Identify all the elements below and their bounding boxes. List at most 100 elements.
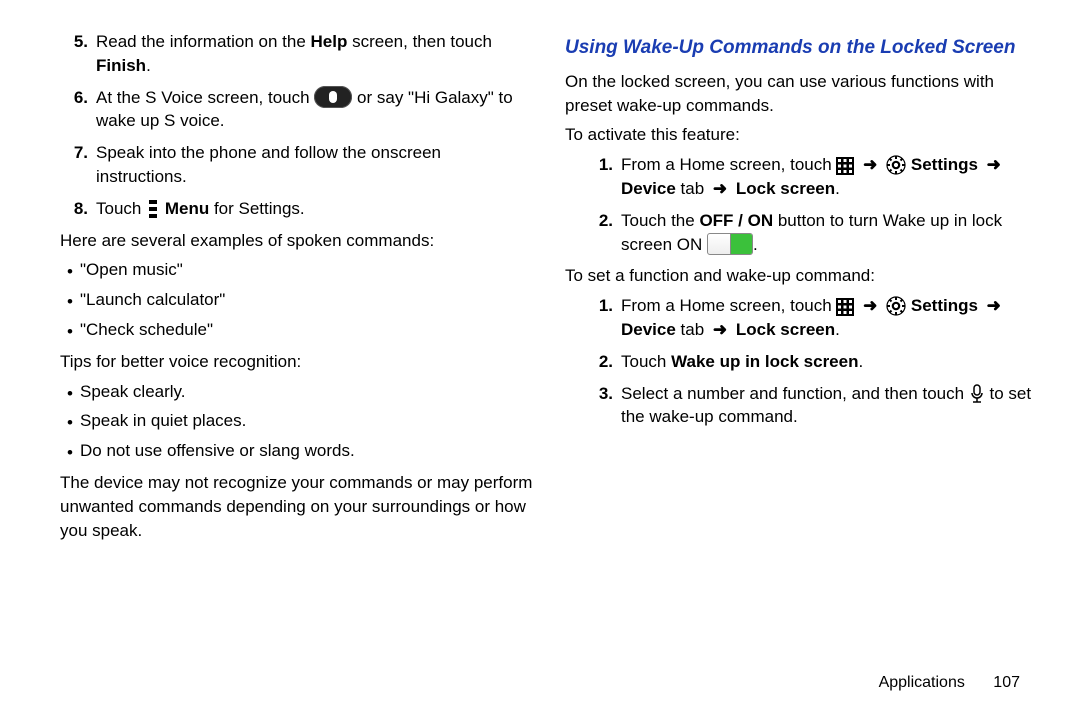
step-body: From a Home screen, touch ➜ Settings ➜ D…: [621, 294, 1040, 342]
text: screen, then touch: [347, 32, 492, 51]
settings-gear-icon: [886, 296, 906, 316]
step-body: Speak into the phone and follow the onsc…: [96, 141, 535, 189]
settings-label: Settings: [911, 155, 978, 174]
toggle-on-icon: [707, 233, 753, 255]
bullet-icon: [60, 439, 80, 465]
step-8: 8. Touch Menu for Settings.: [60, 197, 535, 221]
tips-list: Speak clearly. Speak in quiet places. Do…: [60, 380, 535, 465]
text: Read the information on the: [96, 32, 311, 51]
continued-steps-list: 5. Read the information on the Help scre…: [60, 30, 535, 221]
step-7: 7. Speak into the phone and follow the o…: [60, 141, 535, 189]
bullet-icon: [60, 318, 80, 344]
set-step-2: 2. Touch Wake up in lock screen.: [565, 350, 1040, 374]
step-5: 5. Read the information on the Help scre…: [60, 30, 535, 78]
text: Touch the: [621, 211, 699, 230]
tips-intro: Tips for better voice recognition:: [60, 350, 535, 374]
text: Touch: [96, 199, 146, 218]
step-body: Select a number and function, and then t…: [621, 382, 1040, 430]
list-item: "Open music": [60, 258, 535, 284]
set-intro: To set a function and wake-up command:: [565, 264, 1040, 288]
tip-text: Do not use offensive or slang words.: [80, 439, 355, 465]
bullet-icon: [60, 258, 80, 284]
arrow-icon: ➜: [983, 155, 1005, 174]
example-text: "Open music": [80, 258, 183, 284]
bullet-icon: [60, 380, 80, 406]
text: .: [835, 179, 840, 198]
settings-gear-icon: [886, 155, 906, 175]
arrow-icon: ➜: [859, 296, 881, 315]
step-body: From a Home screen, touch ➜ Settings ➜ D…: [621, 153, 1040, 201]
activate-steps: 1. From a Home screen, touch ➜ Settings …: [565, 153, 1040, 256]
page-footer: Applications 107: [879, 674, 1020, 692]
mic-button-icon: [314, 86, 352, 108]
tip-text: Speak in quiet places.: [80, 409, 246, 435]
example-text: "Launch calculator": [80, 288, 225, 314]
list-item: Do not use offensive or slang words.: [60, 439, 535, 465]
text: From a Home screen, touch: [621, 296, 836, 315]
examples-list: "Open music" "Launch calculator" "Check …: [60, 258, 535, 343]
tip-text: Speak clearly.: [80, 380, 186, 406]
list-item: "Launch calculator": [60, 288, 535, 314]
text: At the S Voice screen, touch: [96, 88, 314, 107]
step-number: 2.: [565, 350, 621, 374]
text: Touch: [621, 352, 671, 371]
set-step-3: 3. Select a number and function, and the…: [565, 382, 1040, 430]
apps-grid-icon: [836, 157, 854, 175]
device-label: Device: [621, 320, 676, 339]
step-number: 1.: [565, 153, 621, 201]
left-column: 5. Read the information on the Help scre…: [60, 30, 535, 548]
settings-label: Settings: [911, 296, 978, 315]
menu-icon: [146, 200, 160, 218]
text: From a Home screen, touch: [621, 155, 836, 174]
arrow-icon: ➜: [709, 320, 731, 339]
step-body: At the S Voice screen, touch or say "Hi …: [96, 86, 535, 134]
step-body: Touch the OFF / ON button to turn Wake u…: [621, 209, 1040, 257]
activate-step-2: 2. Touch the OFF / ON button to turn Wak…: [565, 209, 1040, 257]
device-label: Device: [621, 179, 676, 198]
page-number: 107: [993, 674, 1020, 691]
set-steps: 1. From a Home screen, touch ➜ Settings …: [565, 294, 1040, 429]
text: tab: [676, 179, 709, 198]
section-heading: Using Wake-Up Commands on the Locked Scr…: [565, 36, 1040, 60]
step-number: 8.: [60, 197, 96, 221]
list-item: Speak in quiet places.: [60, 409, 535, 435]
lock-screen-label: Lock screen: [736, 320, 835, 339]
apps-grid-icon: [836, 298, 854, 316]
off-on-label: OFF / ON: [699, 211, 773, 230]
activate-intro: To activate this feature:: [565, 123, 1040, 147]
intro-text: On the locked screen, you can use variou…: [565, 70, 1040, 118]
wake-up-label: Wake up in lock screen: [671, 352, 858, 371]
step-number: 6.: [60, 86, 96, 134]
text: Select a number and function, and then t…: [621, 384, 969, 403]
text: .: [753, 235, 758, 254]
lock-screen-label: Lock screen: [736, 179, 835, 198]
two-column-layout: 5. Read the information on the Help scre…: [60, 30, 1040, 548]
help-label: Help: [311, 32, 348, 51]
arrow-icon: ➜: [983, 296, 1005, 315]
examples-intro: Here are several examples of spoken comm…: [60, 229, 535, 253]
list-item: Speak clearly.: [60, 380, 535, 406]
step-number: 3.: [565, 382, 621, 430]
step-body: Touch Wake up in lock screen.: [621, 350, 1040, 374]
text: tab: [676, 320, 709, 339]
list-item: "Check schedule": [60, 318, 535, 344]
mic-outline-icon: [969, 384, 985, 404]
step-number: 1.: [565, 294, 621, 342]
activate-step-1: 1. From a Home screen, touch ➜ Settings …: [565, 153, 1040, 201]
right-column: Using Wake-Up Commands on the Locked Scr…: [565, 30, 1040, 548]
finish-label: Finish: [96, 56, 146, 75]
text: .: [858, 352, 863, 371]
recognition-note: The device may not recognize your comman…: [60, 471, 535, 542]
example-text: "Check schedule": [80, 318, 213, 344]
arrow-icon: ➜: [859, 155, 881, 174]
step-body: Read the information on the Help screen,…: [96, 30, 535, 78]
bullet-icon: [60, 409, 80, 435]
set-step-1: 1. From a Home screen, touch ➜ Settings …: [565, 294, 1040, 342]
manual-page: 5. Read the information on the Help scre…: [0, 0, 1080, 720]
arrow-icon: ➜: [709, 179, 731, 198]
step-body: Touch Menu for Settings.: [96, 197, 535, 221]
text: .: [146, 56, 151, 75]
menu-label: Menu: [165, 199, 209, 218]
text: for Settings.: [209, 199, 304, 218]
step-number: 2.: [565, 209, 621, 257]
